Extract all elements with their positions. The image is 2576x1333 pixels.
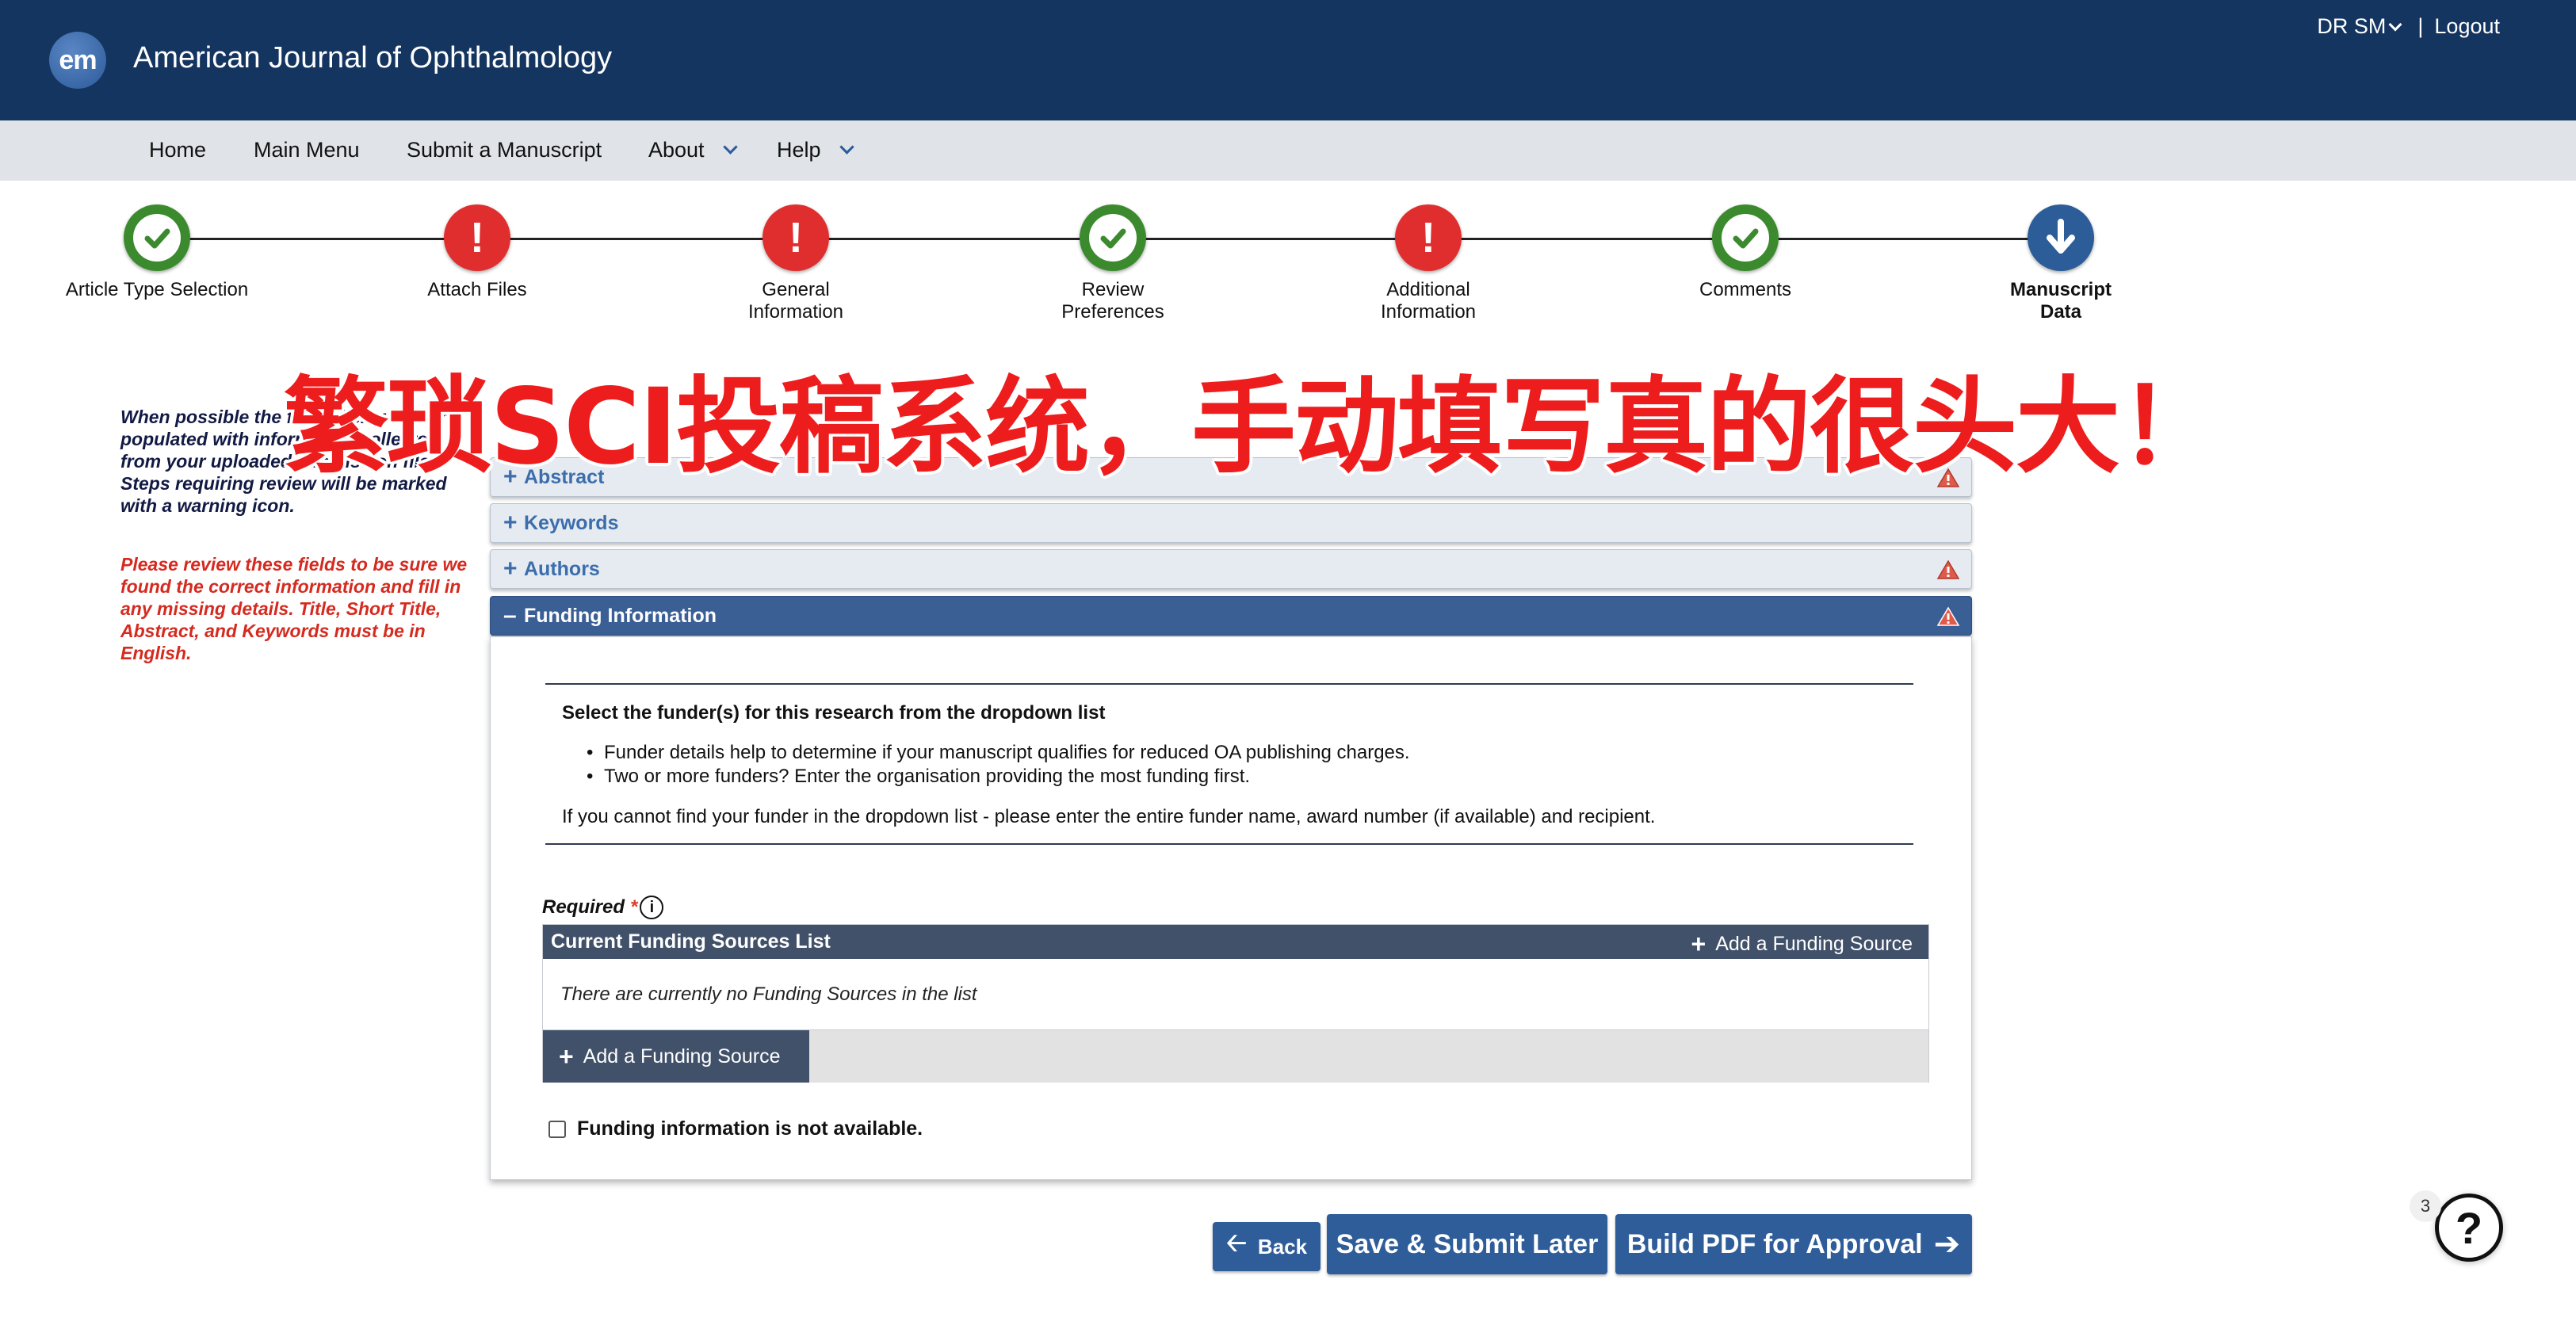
help-question-icon[interactable]: ? (2435, 1194, 2503, 1262)
section-authors[interactable]: + Authors (490, 549, 1972, 589)
chevron-down-icon (722, 139, 738, 155)
funding-list-header: Current Funding Sources List + Add a Fun… (543, 925, 1928, 959)
funder-instructions-heading: Select the funder(s) for this research f… (562, 702, 1106, 724)
step-label: Review Preferences (1061, 279, 1164, 323)
step-label: Attach Files (427, 279, 527, 300)
step-label: Manuscript Data (2009, 279, 2112, 323)
step-complete-icon (1712, 204, 1779, 271)
funding-list-title: Current Funding Sources List (551, 930, 831, 953)
add-funding-source-link[interactable]: + Add a Funding Source (1691, 931, 1913, 957)
collapse-minus-icon: – (503, 602, 517, 628)
funding-not-available-label[interactable]: Funding information is not available. (577, 1117, 923, 1140)
journal-title: American Journal of Ophthalmology (133, 41, 613, 74)
plus-icon: + (559, 1042, 574, 1071)
add-funding-source-label: Add a Funding Source (1715, 932, 1913, 955)
add-funding-source-label: Add a Funding Source (583, 1045, 781, 1068)
step-general-information[interactable]: ! General Information (693, 204, 899, 323)
back-button[interactable]: 🡠 Back (1213, 1222, 1320, 1271)
required-indicator: Required * i (542, 896, 664, 919)
list-item: Two or more funders? Enter the organisat… (587, 765, 1410, 789)
nav-home-label: Home (149, 138, 207, 162)
funding-not-available-row: Funding information is not available. (548, 1117, 923, 1140)
nav-help-label: Help (777, 138, 821, 162)
funding-empty-message: There are currently no Funding Sources i… (543, 959, 1928, 1030)
section-label: Authors (524, 557, 600, 580)
list-item: Funder details help to determine if your… (587, 741, 1410, 765)
user-name: DR SM (2317, 14, 2387, 38)
em-logo[interactable]: em (49, 32, 106, 89)
section-label: Keywords (524, 511, 619, 534)
required-star: * (631, 896, 639, 918)
step-warning-icon: ! (1395, 204, 1462, 271)
back-button-label: Back (1257, 1234, 1308, 1259)
funder-instructions-list: Funder details help to determine if your… (587, 741, 1410, 789)
nav-main-menu[interactable]: Main Menu (254, 138, 360, 162)
section-funding-information[interactable]: – Funding Information (490, 596, 1972, 636)
nav-submit-label: Submit a Manuscript (407, 138, 602, 162)
save-submit-later-button[interactable]: Save & Submit Later (1327, 1214, 1607, 1274)
help-notification-count: 3 (2410, 1190, 2441, 1222)
step-label: General Information (747, 279, 844, 323)
chevron-down-icon (839, 139, 854, 155)
overlay-caption: 繁琐SCI投稿系统，手动填写真的很头大！ (284, 366, 2223, 488)
arrow-right-icon: ➔ (1933, 1227, 1961, 1262)
nav-help[interactable]: Help (777, 138, 854, 162)
plus-icon: + (1691, 930, 1707, 958)
funding-sources-list: Current Funding Sources List + Add a Fun… (542, 924, 1929, 1083)
step-label: Article Type Selection (65, 279, 249, 300)
save-button-label: Save & Submit Later (1336, 1228, 1599, 1259)
logout-link[interactable]: Logout (2434, 14, 2500, 39)
user-menu: DR SM | Logout (2317, 14, 2500, 39)
funding-list-footer: + Add a Funding Source (543, 1030, 1928, 1083)
chevron-down-icon (2388, 17, 2402, 31)
step-manuscript-data[interactable]: Manuscript Data (1958, 204, 2164, 323)
step-label: Additional Information (1380, 279, 1477, 323)
funding-not-available-checkbox[interactable] (548, 1120, 566, 1138)
nav-about-label: About (648, 138, 705, 162)
step-warning-icon: ! (762, 204, 829, 271)
main-nav: Home Main Menu Submit a Manuscript About… (0, 120, 2576, 181)
required-label: Required (542, 896, 625, 918)
arrow-left-icon: 🡠 (1225, 1228, 1247, 1257)
step-complete-icon (1080, 204, 1146, 271)
nav-home[interactable]: Home (149, 138, 206, 162)
step-warning-icon: ! (444, 204, 510, 271)
step-comments[interactable]: Comments (1642, 204, 1848, 301)
section-keywords[interactable]: + Keywords (490, 503, 1972, 543)
divider (545, 843, 1913, 845)
add-funding-source-button[interactable]: + Add a Funding Source (543, 1030, 809, 1083)
info-icon[interactable]: i (640, 896, 664, 919)
step-attach-files[interactable]: ! Attach Files (374, 204, 580, 301)
expand-plus-icon: + (503, 556, 518, 582)
warning-triangle-icon (1936, 560, 1960, 579)
review-warning-note: Please review these fields to be sure we… (120, 554, 468, 663)
user-name-dropdown[interactable]: DR SM (2317, 14, 2406, 39)
arrow-down-icon (2028, 204, 2094, 271)
top-header: em American Journal of Ophthalmology DR … (0, 0, 2576, 120)
step-article-type[interactable]: Article Type Selection (54, 204, 260, 301)
nav-main-menu-label: Main Menu (254, 138, 360, 162)
step-complete-icon (124, 204, 190, 271)
build-pdf-button[interactable]: Build PDF for Approval ➔ (1615, 1214, 1972, 1274)
build-pdf-label: Build PDF for Approval (1626, 1228, 1923, 1259)
menu-separator: | (2417, 14, 2424, 38)
nav-about[interactable]: About (648, 138, 738, 162)
funder-not-found-note: If you cannot find your funder in the dr… (562, 806, 1656, 827)
step-review-preferences[interactable]: Review Preferences (1010, 204, 1216, 323)
section-label: Funding Information (524, 604, 717, 627)
step-additional-information[interactable]: ! Additional Information (1325, 204, 1531, 323)
warning-triangle-icon (1936, 606, 1960, 626)
divider (545, 683, 1913, 685)
step-label: Comments (1699, 279, 1792, 300)
expand-plus-icon: + (503, 510, 518, 536)
nav-submit-manuscript[interactable]: Submit a Manuscript (407, 138, 602, 162)
